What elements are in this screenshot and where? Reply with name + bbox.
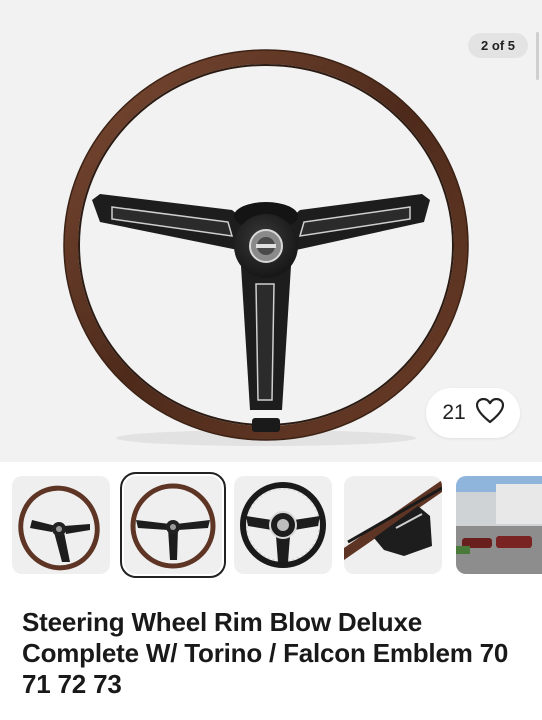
thumb-steering-wheel-front[interactable] (120, 472, 226, 578)
thumb-steering-wheel-center-detail[interactable] (234, 476, 332, 574)
watch-button[interactable]: 21 (426, 388, 520, 438)
thumb-parking-lot-photo[interactable] (456, 476, 542, 574)
thumbnail-strip (0, 472, 542, 578)
thumb-steering-wheel-spoke-closeup[interactable] (344, 476, 442, 574)
listing-title: Steering Wheel Rim Blow Deluxe Complete … (22, 607, 509, 699)
thumb-steering-wheel-angled[interactable] (12, 476, 110, 574)
image-counter-badge: 2 of 5 (468, 33, 528, 58)
main-product-image[interactable]: 2 of 5 21 (0, 0, 542, 462)
scroll-indicator (536, 32, 539, 80)
heart-outline-icon (475, 397, 504, 429)
watchers-count: 21 (442, 401, 466, 424)
